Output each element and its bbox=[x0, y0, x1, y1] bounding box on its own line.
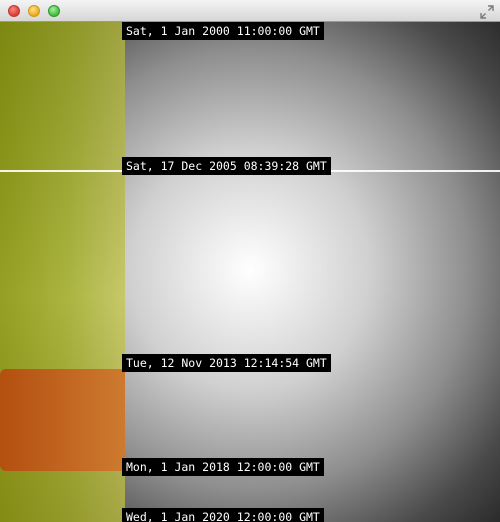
minimize-button[interactable] bbox=[28, 5, 40, 17]
date-label-2: Sat, 17 Dec 2005 08:39:28 GMT bbox=[122, 157, 331, 175]
close-button[interactable] bbox=[8, 5, 20, 17]
title-bar[interactable] bbox=[0, 0, 500, 22]
zoom-button[interactable] bbox=[48, 5, 60, 17]
canvas-area[interactable]: Sat, 1 Jan 2000 11:00:00 GMT Sat, 17 Dec… bbox=[0, 22, 500, 522]
app-window: Sat, 1 Jan 2000 11:00:00 GMT Sat, 17 Dec… bbox=[0, 0, 500, 522]
date-label-5: Wed, 1 Jan 2020 12:00:00 GMT bbox=[122, 508, 324, 522]
fullscreen-arrows-icon[interactable] bbox=[480, 4, 494, 19]
date-label-3: Tue, 12 Nov 2013 12:14:54 GMT bbox=[122, 354, 331, 372]
date-label-4: Mon, 1 Jan 2018 12:00:00 GMT bbox=[122, 458, 324, 476]
date-label-1: Sat, 1 Jan 2000 11:00:00 GMT bbox=[122, 22, 324, 40]
orange-block bbox=[0, 369, 125, 471]
